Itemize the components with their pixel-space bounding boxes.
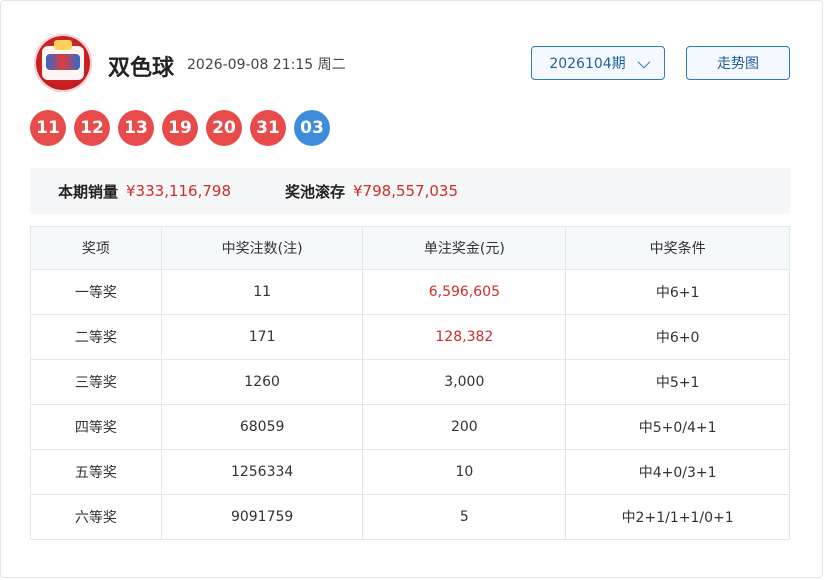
- table-row: 二等奖 171 128,382 中6+0: [30, 314, 790, 360]
- lottery-title: 双色球: [108, 56, 175, 81]
- header: 双色球 2026-09-08 21:15 周二 2026104期 走势图: [34, 34, 794, 94]
- winner-count: 1256334: [160, 449, 364, 495]
- red-ball: 13: [118, 110, 154, 146]
- prize-level: 六等奖: [30, 494, 162, 540]
- prize-level: 五等奖: [30, 449, 162, 495]
- prize-level: 四等奖: [30, 404, 162, 450]
- table-row: 一等奖 11 6,596,605 中6+1: [30, 269, 790, 315]
- prize-amount: 3,000: [362, 359, 567, 405]
- chevron-down-icon: [637, 55, 650, 68]
- table-row: 五等奖 1256334 10 中4+0/3+1: [30, 449, 790, 495]
- table-row: 四等奖 68059 200 中5+0/4+1: [30, 404, 790, 450]
- red-ball: 20: [206, 110, 242, 146]
- trend-chart-button[interactable]: 走势图: [686, 46, 790, 80]
- prize-amount: 128,382: [362, 314, 567, 360]
- win-condition: 中5+1: [565, 359, 790, 405]
- winner-count: 68059: [160, 404, 364, 450]
- red-ball: 11: [30, 110, 66, 146]
- red-ball: 19: [162, 110, 198, 146]
- table-row: 三等奖 1260 3,000 中5+1: [30, 359, 790, 405]
- trend-chart-button-label: 走势图: [717, 56, 759, 72]
- prize-amount: 200: [362, 404, 567, 450]
- prize-level: 一等奖: [30, 269, 162, 315]
- blue-ball: 03: [294, 110, 330, 146]
- period-select-value: 2026104期: [549, 56, 626, 72]
- winner-count: 9091759: [160, 494, 364, 540]
- win-condition: 中4+0/3+1: [565, 449, 790, 495]
- union-lotto-logo-icon: [34, 34, 92, 92]
- column-header-amount: 单注奖金(元): [362, 226, 567, 270]
- column-header-condition: 中奖条件: [565, 226, 790, 270]
- pool-value: ¥798,557,035: [353, 182, 458, 200]
- prize-level: 三等奖: [30, 359, 162, 405]
- logo-ribbon: [46, 54, 80, 70]
- table-row: 六等奖 9091759 5 中2+1/1+1/0+1: [30, 494, 790, 540]
- win-condition: 中5+0/4+1: [565, 404, 790, 450]
- winner-count: 11: [160, 269, 364, 315]
- winner-count: 171: [160, 314, 364, 360]
- win-condition: 中2+1/1+1/0+1: [565, 494, 790, 540]
- draw-datetime: 2026-09-08 21:15 周二: [187, 57, 346, 73]
- prize-amount: 6,596,605: [362, 269, 567, 315]
- red-ball: 31: [250, 110, 286, 146]
- win-condition: 中6+1: [565, 269, 790, 315]
- column-header-prize: 奖项: [30, 226, 162, 270]
- sales-label: 本期销量: [58, 182, 119, 201]
- winning-numbers: 11 12 13 19 20 31 03: [30, 110, 330, 146]
- sales-value: ¥333,116,798: [126, 182, 231, 200]
- prize-amount: 10: [362, 449, 567, 495]
- red-ball: 12: [74, 110, 110, 146]
- prize-amount: 5: [362, 494, 567, 540]
- prize-table: 奖项 中奖注数(注) 单注奖金(元) 中奖条件 一等奖 11 6,596,605…: [30, 226, 790, 540]
- column-header-count: 中奖注数(注): [160, 226, 364, 270]
- logo-crown: [54, 40, 72, 50]
- sales-summary: 本期销量 ¥333,116,798 奖池滚存 ¥798,557,035: [30, 168, 790, 214]
- winner-count: 1260: [160, 359, 364, 405]
- win-condition: 中6+0: [565, 314, 790, 360]
- pool-label: 奖池滚存: [285, 182, 346, 201]
- prize-level: 二等奖: [30, 314, 162, 360]
- table-header-row: 奖项 中奖注数(注) 单注奖金(元) 中奖条件: [30, 226, 790, 270]
- period-select[interactable]: 2026104期: [531, 46, 665, 80]
